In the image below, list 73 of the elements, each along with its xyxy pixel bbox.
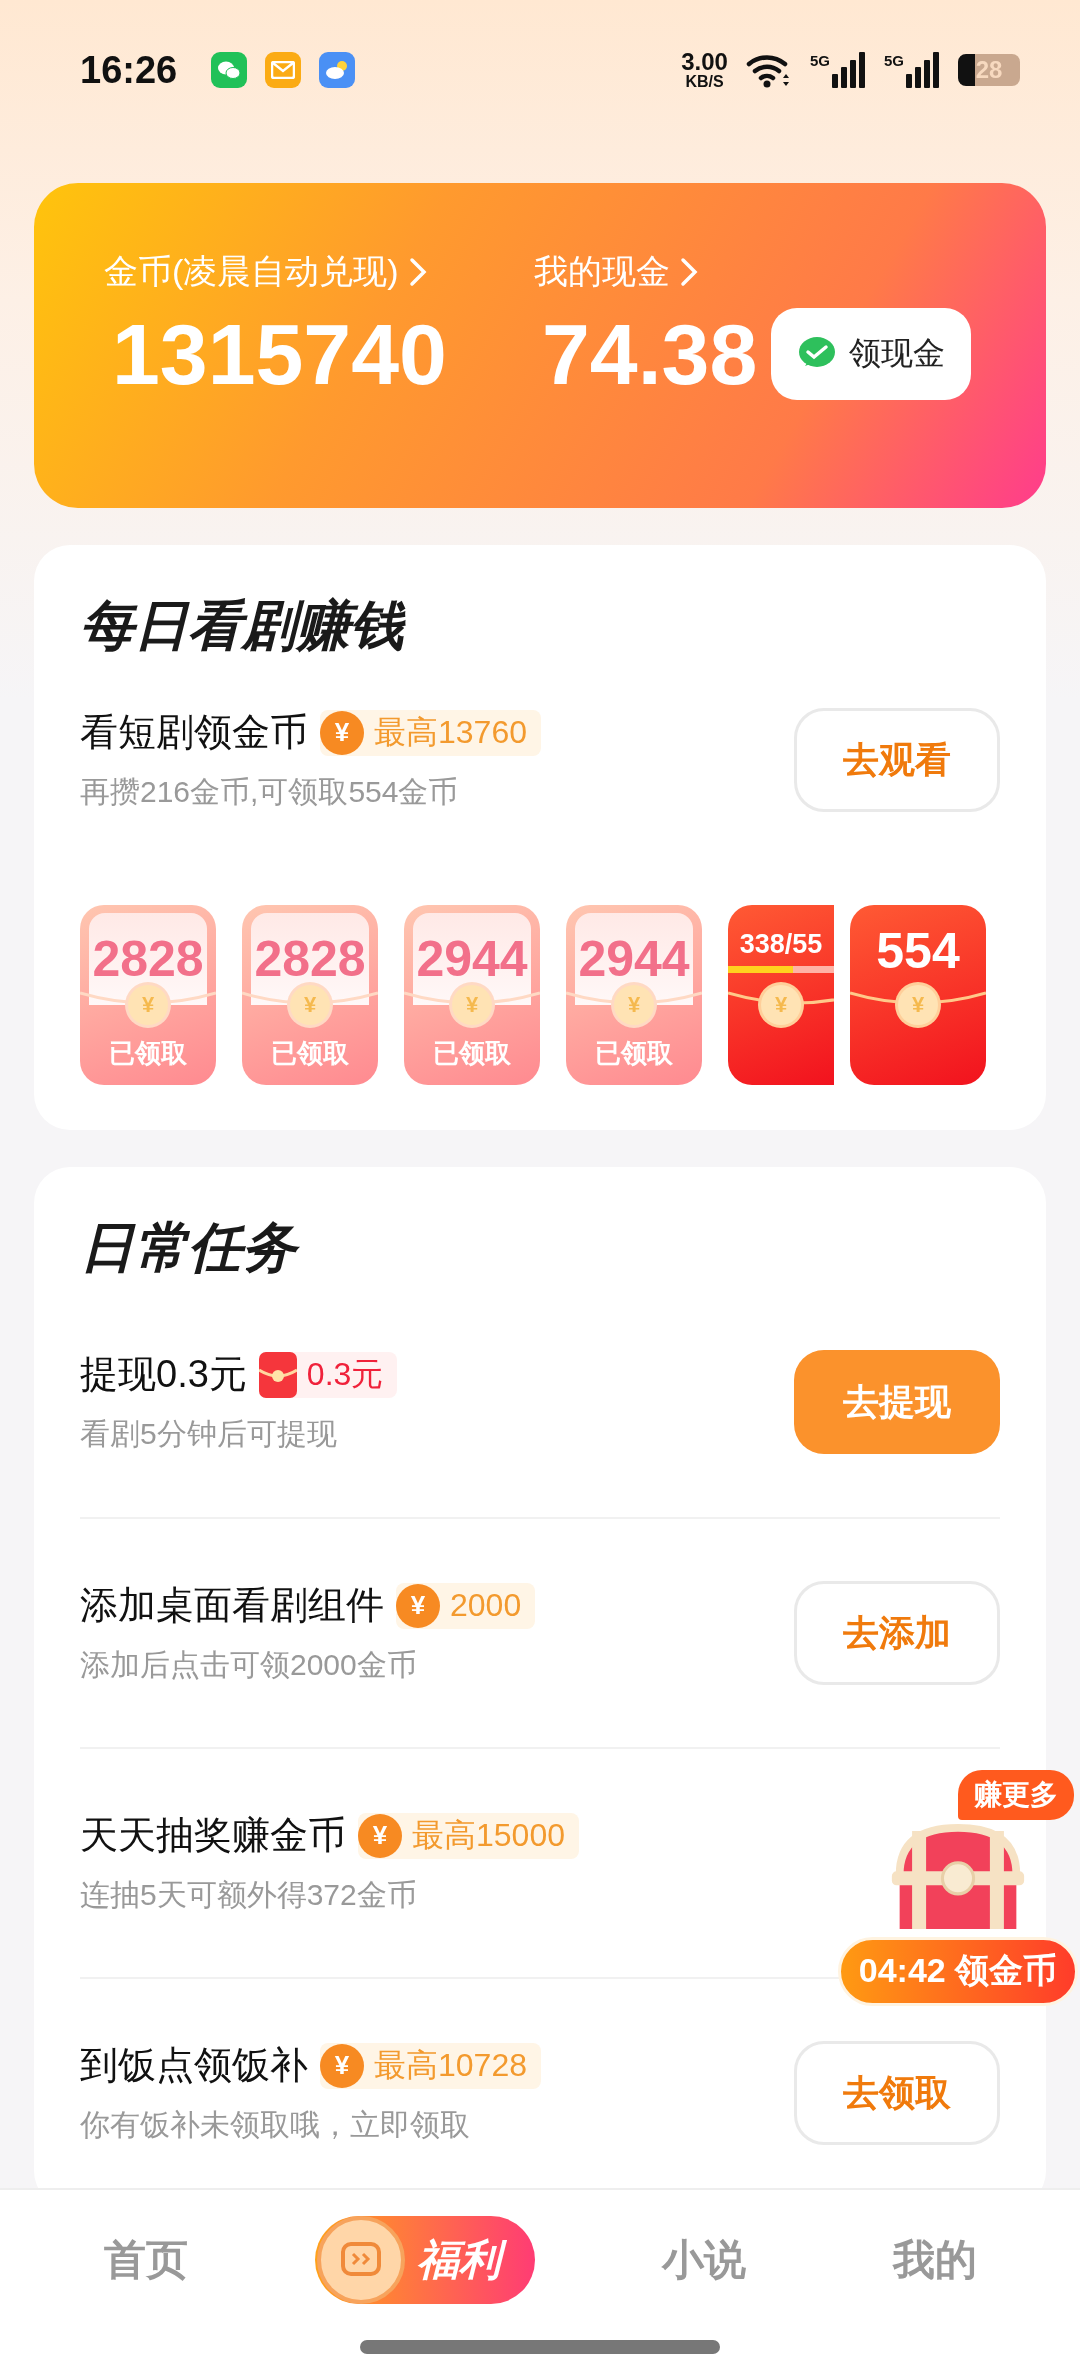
packet-amount: 2944 <box>578 930 690 988</box>
coins-label[interactable]: 金币(凌晨自动兑现) <box>104 249 399 295</box>
reward-packet[interactable]: 338/55 ¥ <box>728 905 834 1085</box>
reward-packet[interactable]: 2944 ¥ 已领取 <box>404 905 540 1085</box>
packet-amount: 338/55 <box>739 929 823 960</box>
packet-amount: 2828 <box>254 930 366 988</box>
coin-icon: ¥ <box>358 1813 402 1858</box>
task-description: 你有饭补未领取哦，立即领取 <box>80 2107 471 2143</box>
coin-icon: ¥ <box>128 985 168 1025</box>
wifi-icon <box>745 52 792 88</box>
chevron-right-icon <box>680 257 698 287</box>
task-title: 到饭点领饭补 <box>80 2043 308 2088</box>
task-button[interactable]: 去领取 <box>794 2041 1000 2145</box>
coin-icon: ¥ <box>320 2043 364 2088</box>
task-title: 看短剧领金币 <box>80 710 308 755</box>
clock: 16:26 <box>80 48 178 92</box>
section-title: 每日看剧赚钱 <box>80 594 407 657</box>
reward-tag: ¥ 最高15000 <box>358 1812 579 1859</box>
signal-icon <box>906 52 940 88</box>
coin-icon <box>314 2214 407 2306</box>
task-title: 天天抽奖赚金币 <box>80 1813 346 1858</box>
network-speed: 3.00 <box>681 50 728 74</box>
coin-icon: ¥ <box>396 1583 440 1628</box>
packet-amount: 2944 <box>416 930 528 988</box>
coin-icon: ¥ <box>898 985 938 1025</box>
claimed-label: 已领取 <box>595 1037 673 1070</box>
chat-app-icon <box>211 52 248 88</box>
nav-tab[interactable]: 福利 <box>314 2216 535 2304</box>
claimed-label: 已领取 <box>433 1037 511 1070</box>
reward-tag: ¥ 最高13760 <box>320 709 541 756</box>
task-description: 看剧5分钟后可提现 <box>80 1416 338 1452</box>
cash-label[interactable]: 我的现金 <box>534 249 670 295</box>
task-button[interactable]: 去添加 <box>794 1581 1000 1685</box>
task-button[interactable]: 去观看 <box>794 708 1000 812</box>
task-title: 提现0.3元 <box>80 1352 247 1397</box>
claimed-label: 已领取 <box>271 1037 349 1070</box>
nav-tab[interactable]: 小说 <box>641 2216 766 2304</box>
network-speed-unit: KB/S <box>685 74 724 90</box>
task-title: 添加桌面看剧组件 <box>80 1583 384 1628</box>
reward-tag: ¥ 最高10728 <box>320 2042 541 2089</box>
claimed-label: 已领取 <box>109 1037 187 1070</box>
task-button[interactable]: 去提现 <box>794 1350 1000 1454</box>
chevron-right-icon <box>408 257 427 287</box>
weather-icon <box>319 52 356 88</box>
task-description: 连抽5天可额外得372金币 <box>80 1877 418 1913</box>
coin-icon: ¥ <box>320 710 364 755</box>
countdown-reward-button[interactable]: 04:42 领金币 <box>837 1936 1079 2006</box>
packet-amount: 2828 <box>92 930 204 988</box>
withdraw-cash-button[interactable]: 领现金 <box>771 308 972 400</box>
packet-amount: 554 <box>876 922 960 980</box>
envelope-icon <box>258 1351 297 1398</box>
signal-icon <box>832 52 866 88</box>
nav-tab[interactable]: 首页 <box>83 2216 208 2304</box>
reward-packet[interactable]: 2944 ¥ 已领取 <box>566 905 702 1085</box>
coin-icon: ¥ <box>452 985 492 1025</box>
coin-icon: ¥ <box>290 985 330 1025</box>
section-title: 日常任务 <box>80 1207 1000 1287</box>
reward-tag: 0.3元 <box>258 1351 398 1398</box>
nav-tab[interactable]: 我的 <box>872 2216 997 2304</box>
coin-icon: ¥ <box>761 985 801 1025</box>
reward-packet[interactable]: 2828 ¥ 已领取 <box>80 905 216 1085</box>
task-description: 再攒216金币,可领取554金币 <box>80 774 460 810</box>
network-type: 5G <box>884 52 904 69</box>
earn-more-tag: 赚更多 <box>958 1770 1074 1820</box>
reward-tag: ¥ 2000 <box>396 1582 536 1629</box>
reward-packet[interactable]: 2828 ¥ 已领取 <box>242 905 378 1085</box>
coin-balance: 1315740 <box>111 305 448 404</box>
network-type: 5G <box>809 52 830 69</box>
mail-icon <box>265 52 302 88</box>
task-description: 添加后点击可领2000金币 <box>80 1647 418 1683</box>
coin-icon: ¥ <box>614 985 654 1025</box>
cash-balance: 74.38 <box>541 305 758 404</box>
reward-packet[interactable]: 554 ¥ <box>850 905 986 1085</box>
